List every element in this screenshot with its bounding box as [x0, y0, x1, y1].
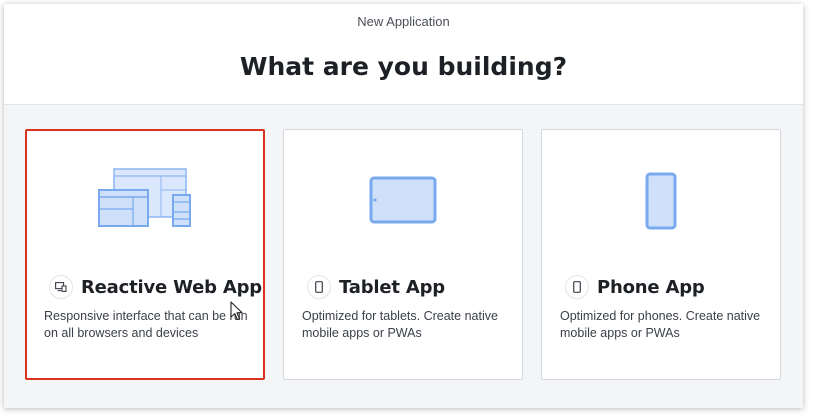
window-title: New Application: [357, 14, 450, 29]
phone-icon: [645, 172, 677, 230]
reactive-web-app-illustration: [27, 167, 263, 237]
reactive-web-app-title: Reactive Web App: [81, 276, 262, 298]
dialog-header: New Application What are you building?: [4, 4, 803, 105]
phone-type-icon: [566, 276, 588, 298]
responsive-icon: [50, 276, 72, 298]
page-title: What are you building?: [239, 52, 568, 81]
tablet-app-title: Tablet App: [339, 276, 445, 298]
mouse-cursor-icon: [230, 301, 243, 321]
reactive-web-app-description: Responsive interface that can be run on …: [44, 309, 248, 340]
reactive-web-app-card[interactable]: Reactive Web App Responsive interface th…: [25, 129, 265, 380]
tablet-type-icon: [308, 276, 330, 298]
new-application-dialog: New Application What are you building? R…: [4, 4, 803, 408]
tablet-icon: [369, 176, 437, 224]
tablet-app-title-row: Tablet App: [308, 274, 445, 300]
tablet-app-card[interactable]: Tablet App Optimized for tablets. Create…: [283, 129, 523, 380]
phone-app-illustration: [542, 166, 780, 236]
phone-app-title: Phone App: [597, 276, 705, 298]
reactive-web-app-title-row: Reactive Web App: [50, 274, 262, 300]
responsive-devices-icon: [98, 168, 191, 227]
phone-app-title-row: Phone App: [566, 274, 705, 300]
phone-app-description: Optimized for phones. Create native mobi…: [560, 309, 761, 340]
phone-app-card[interactable]: Phone App Optimized for phones. Create n…: [541, 129, 781, 380]
tablet-app-description: Optimized for tablets. Create native mob…: [302, 309, 498, 340]
tablet-app-illustration: [284, 166, 522, 236]
